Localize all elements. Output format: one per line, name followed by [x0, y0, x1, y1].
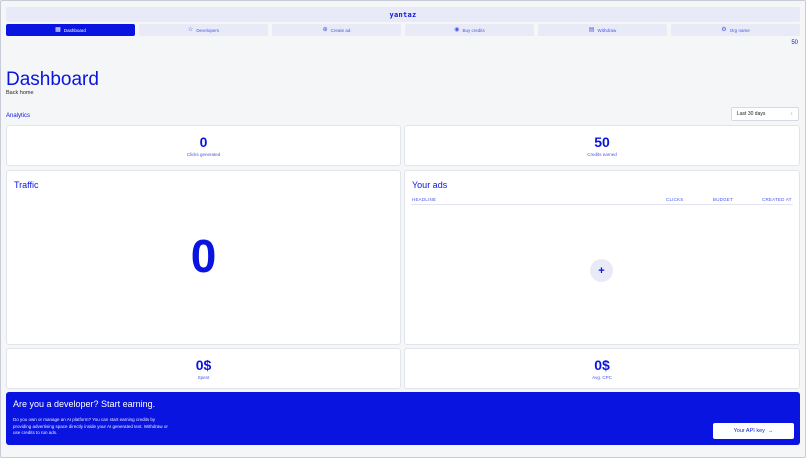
spent-value: 0$ [195, 357, 212, 373]
credits-value: 50 [594, 134, 610, 150]
nav-item-label: Withdraw [597, 27, 617, 33]
arrow-right-icon: → [767, 428, 774, 434]
clicks-label: Clicks generated [186, 152, 221, 157]
api-key-button[interactable]: Your API key → [713, 423, 794, 439]
banner-title: Are you a developer? Start earning. [13, 399, 156, 409]
nav-item-label: Org name [729, 27, 750, 33]
brand-logo[interactable]: yantaz [389, 11, 416, 19]
nav-item-label: Dashboard [63, 27, 86, 33]
column-header-headline[interactable]: HEADLINE [412, 197, 436, 202]
nav-item-developers[interactable]: ☆ Developers [139, 24, 268, 36]
main-nav: ▦ Dashboard ☆ Developers ⊕ Create ad ◉ B… [6, 24, 800, 36]
credits-balance: 50 [791, 40, 798, 46]
ads-card: Your ads HEADLINE CLICKS BUDGET CREATED … [404, 170, 800, 345]
nav-item-label: Create ad [330, 27, 351, 33]
chevron-updown-icon: ↕ [790, 111, 794, 117]
star-icon: ☆ [187, 27, 194, 33]
nav-item-org-name[interactable]: ⚙ Org name [671, 24, 800, 36]
date-range-select[interactable]: Last 30 days ↕ [731, 107, 799, 121]
settings-icon: ⚙ [721, 27, 727, 33]
nav-item-label: Buy credits [462, 27, 485, 33]
banner-description: Do you own or manage an AI platform? You… [13, 417, 168, 435]
traffic-value: 0 [190, 230, 217, 282]
nav-item-withdraw[interactable]: ▤ Withdraw [538, 24, 667, 36]
grid-icon: ▦ [55, 27, 61, 33]
nav-item-create-ad[interactable]: ⊕ Create ad [272, 24, 401, 36]
ads-title: Your ads [412, 180, 448, 190]
column-header-created-at[interactable]: CREATED AT [762, 197, 792, 202]
clicks-card: 0 Clicks generated [6, 125, 401, 166]
add-ad-button[interactable]: + [590, 259, 613, 282]
credits-label: Credits earned [587, 152, 617, 157]
back-home-link[interactable]: Back home [6, 90, 34, 96]
spent-label: Spent [197, 375, 210, 380]
date-range-value: Last 30 days [737, 111, 766, 117]
cpc-label: Avg. CPC [592, 375, 612, 380]
table-divider [411, 204, 793, 205]
cpc-card: 0$ Avg. CPC [404, 348, 800, 389]
analytics-label: Analytics [6, 113, 31, 119]
traffic-title: Traffic [14, 180, 39, 190]
cpc-value: 0$ [594, 357, 610, 373]
nav-item-buy-credits[interactable]: ◉ Buy credits [405, 24, 534, 36]
plus-icon: + [598, 264, 605, 277]
column-header-clicks[interactable]: CLICKS [666, 197, 683, 202]
clicks-value: 0 [199, 134, 208, 150]
api-key-button-label: Your API key [733, 428, 765, 434]
credits-card: 50 Credits earned [404, 125, 800, 166]
column-header-budget[interactable]: BUDGET [713, 197, 733, 202]
developer-banner: Are you a developer? Start earning. Do y… [6, 392, 800, 445]
coin-icon: ◉ [454, 27, 460, 33]
nav-item-label: Developers [196, 27, 220, 33]
brand-bar: yantaz [6, 7, 800, 22]
wallet-icon: ▤ [588, 27, 595, 33]
traffic-card: Traffic 0 [6, 170, 401, 345]
nav-item-dashboard[interactable]: ▦ Dashboard [6, 24, 135, 36]
plus-circle-icon: ⊕ [322, 27, 328, 33]
spent-card: 0$ Spent [6, 348, 401, 389]
page-title: Dashboard [6, 69, 99, 90]
